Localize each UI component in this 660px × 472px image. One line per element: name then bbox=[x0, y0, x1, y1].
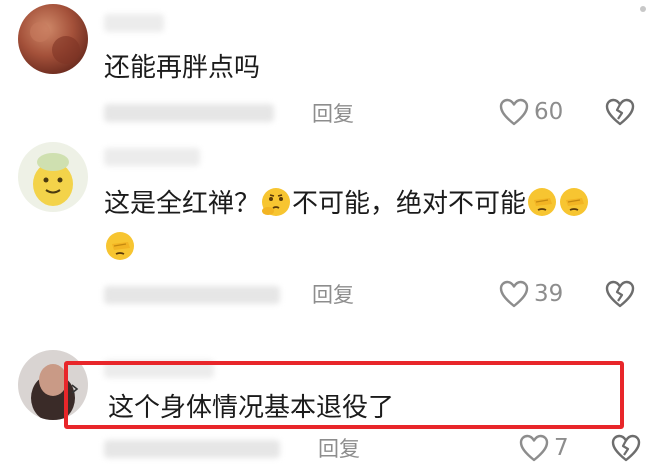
comment-text: 还能再胖点吗 bbox=[104, 53, 261, 83]
broken-heart-icon bbox=[605, 98, 635, 126]
like-button[interactable]: 39 bbox=[498, 279, 563, 309]
username-blurred[interactable] bbox=[104, 14, 164, 32]
broken-heart-icon bbox=[611, 434, 641, 462]
like-button[interactable]: 7 bbox=[518, 433, 569, 463]
reply-button[interactable]: 回复 bbox=[312, 281, 354, 309]
comment-text-part: 这是全红禅？ bbox=[104, 189, 261, 219]
dislike-button[interactable] bbox=[604, 279, 636, 309]
comment-item: 还能再胖点吗 回复 60 bbox=[0, 0, 660, 140]
comment-meta-blurred bbox=[104, 286, 280, 304]
dislike-button[interactable] bbox=[604, 97, 636, 127]
avatar[interactable] bbox=[18, 142, 88, 212]
like-count: 7 bbox=[554, 435, 569, 461]
heart-icon bbox=[498, 279, 530, 309]
like-count: 39 bbox=[534, 281, 564, 307]
comment-text: 这个身体情况基本退役了 bbox=[108, 393, 395, 423]
comment-meta-blurred bbox=[104, 104, 274, 122]
comment-item: 这个身体情况基本退役了 回复 7 bbox=[0, 340, 660, 472]
facepalm-emoji-icon bbox=[526, 186, 558, 218]
reply-button[interactable]: 回复 bbox=[318, 435, 360, 463]
reply-button[interactable]: 回复 bbox=[312, 100, 354, 128]
username-blurred[interactable] bbox=[104, 360, 214, 378]
comment-item: 这是全红禅？ 不可能，绝对不可能 回复 39 bbox=[0, 140, 660, 340]
like-button[interactable]: 60 bbox=[498, 97, 563, 127]
comment-text: 这是全红禅？ 不可能，绝对不可能 bbox=[104, 184, 590, 224]
facepalm-emoji-icon bbox=[558, 186, 590, 218]
avatar[interactable] bbox=[18, 4, 88, 74]
comment-meta-blurred bbox=[104, 440, 280, 458]
username-blurred[interactable] bbox=[104, 148, 200, 166]
comment-text-continued bbox=[104, 228, 136, 268]
facepalm-emoji-icon bbox=[104, 230, 136, 262]
thinking-emoji-icon bbox=[260, 186, 292, 218]
broken-heart-icon bbox=[605, 280, 635, 308]
heart-icon bbox=[518, 433, 550, 463]
comment-text-part: 不可能，绝对不可能 bbox=[292, 189, 527, 219]
dislike-button[interactable] bbox=[610, 433, 642, 463]
like-count: 60 bbox=[534, 99, 564, 125]
chevron-right-icon bbox=[71, 384, 79, 394]
heart-icon bbox=[498, 97, 530, 127]
